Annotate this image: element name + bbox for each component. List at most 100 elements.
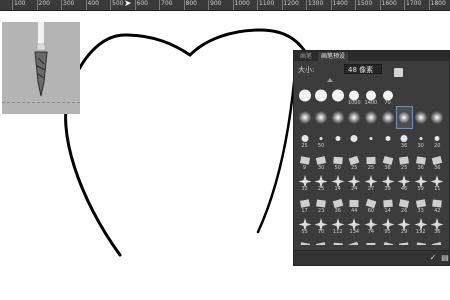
brush-preset-item[interactable]: 1427 — [380, 236, 395, 245]
brush-preset-item[interactable]: 32 — [297, 171, 312, 192]
size-slider-handle[interactable] — [327, 78, 333, 82]
brush-preset-item[interactable]: 70 — [380, 85, 395, 106]
brush-preset-item[interactable]: 32 — [314, 236, 329, 245]
brush-preset-item[interactable] — [363, 128, 378, 149]
brush-tip-icon — [315, 241, 327, 245]
brush-preset-item[interactable]: 192 — [413, 214, 428, 235]
brush-preset-item[interactable] — [380, 128, 395, 149]
brush-preset-item[interactable]: 50 — [330, 150, 345, 171]
brush-preset-item[interactable]: 30 — [314, 150, 329, 171]
brush-preset-item[interactable]: 1400 — [363, 85, 378, 106]
brush-preset-item[interactable]: 60 — [363, 193, 378, 214]
brush-size-label: 36 — [384, 164, 391, 171]
brush-preset-item[interactable]: 36 — [430, 214, 445, 235]
brush-preset-item[interactable]: 59 — [413, 171, 428, 192]
panel-bottom-bar: ✓ ▤ — [294, 250, 449, 265]
brush-preset-item[interactable]: 26 — [397, 193, 412, 214]
brush-preset-item[interactable]: 1804 — [413, 236, 428, 245]
brush-preset-item[interactable]: 74 — [363, 214, 378, 235]
brush-settings-icon[interactable] — [394, 68, 403, 77]
brush-preset-item[interactable]: 25 — [347, 150, 362, 171]
brush-size-label: 36 — [434, 229, 441, 235]
brush-preset-item[interactable]: 95 — [380, 214, 395, 235]
tab-brush-presets[interactable]: 画笔预设 — [318, 52, 349, 61]
brush-preset-item[interactable]: 100 — [347, 236, 362, 245]
brush-preset-item[interactable]: 48 — [297, 236, 312, 245]
brush-preset-item[interactable] — [430, 107, 445, 128]
brush-preset-item[interactable]: 36 — [430, 150, 445, 171]
brush-preset-item[interactable]: 1869 — [363, 236, 378, 245]
brush-preset-item[interactable]: 112 — [330, 214, 345, 235]
brush-preset-item[interactable]: 25 — [363, 150, 378, 171]
tab-brush[interactable]: 画笔 — [297, 52, 315, 61]
brush-row: 32 25 14 24 27 39 46 59 11 — [297, 171, 446, 192]
brush-preset-item[interactable]: 20 — [430, 128, 445, 149]
brush-preset-item[interactable]: 36 — [330, 193, 345, 214]
brush-preset-item[interactable]: 2112 — [397, 236, 412, 245]
brush-preset-item[interactable]: 14 — [380, 193, 395, 214]
brush-tip-icon — [430, 110, 444, 124]
brush-preset-item[interactable]: 134 — [347, 214, 362, 235]
brush-size-label: 26 — [400, 207, 408, 214]
brush-tip-icon — [350, 135, 358, 142]
brush-preset-item[interactable]: 36 — [397, 128, 412, 149]
brush-preset-item[interactable]: 30 — [413, 128, 428, 149]
brush-preset-item[interactable]: 70 — [314, 214, 329, 235]
brush-preset-item[interactable]: 1000 — [347, 85, 362, 106]
brush-preset-item[interactable] — [297, 107, 312, 128]
brush-preset-item[interactable]: 42 — [430, 193, 445, 214]
brush-preset-item[interactable]: 27 — [363, 171, 378, 192]
brush-size-label: 25 — [400, 164, 408, 171]
brush-preset-item[interactable]: 36 — [380, 150, 395, 171]
brush-preset-item[interactable]: 17 — [297, 193, 312, 214]
brush-preset-item[interactable] — [314, 107, 329, 128]
brush-preset-item[interactable]: 14 — [330, 171, 345, 192]
brush-preset-item[interactable]: 39 — [380, 171, 395, 192]
brush-size-label: 30 — [317, 164, 325, 171]
brush-preset-item[interactable]: 50 — [314, 128, 329, 149]
brush-size-label: 25 — [317, 186, 325, 192]
brush-size-label: 23 — [317, 207, 325, 214]
brush-preset-item[interactable] — [347, 128, 362, 149]
brush-preset-item[interactable] — [380, 107, 395, 128]
brush-preset-item[interactable] — [297, 85, 312, 106]
brush-preset-item[interactable]: 9 — [297, 150, 312, 171]
brush-preset-item[interactable]: 33 — [413, 193, 428, 214]
brush-size-label: 36 — [400, 143, 408, 149]
brush-preset-item[interactable] — [413, 107, 428, 128]
brush-preset-item[interactable] — [330, 85, 345, 106]
brush-preset-item[interactable]: 24 — [347, 171, 362, 192]
brush-preset-item[interactable]: 25 — [397, 150, 412, 171]
brush-size-label: 29 — [400, 229, 408, 235]
brush-preset-item[interactable]: 44 — [347, 193, 362, 214]
brush-preset-item[interactable]: 55 — [330, 236, 345, 245]
brush-preset-item[interactable]: 46 — [397, 171, 412, 192]
toggle-brush-icon[interactable]: ✓ — [428, 253, 438, 262]
brush-preset-item[interactable]: 25 — [314, 171, 329, 192]
brush-row: 1000 1400 70 — [297, 85, 446, 106]
brush-tip-icon — [299, 241, 310, 245]
brush-size-label: 134 — [349, 229, 360, 235]
new-preset-icon[interactable]: ▤ — [440, 253, 450, 262]
brush-size-label: 60 — [367, 207, 375, 214]
brush-preset-item[interactable] — [330, 128, 345, 149]
brush-size-label: 95 — [384, 229, 391, 235]
brush-preset-item[interactable]: 55 — [297, 214, 312, 235]
brush-tip-icon — [331, 110, 345, 124]
brush-preset-item[interactable]: 25 — [297, 128, 312, 149]
brush-preset-item[interactable]: 36 — [413, 150, 428, 171]
brush-preset-item[interactable]: 1264 — [430, 236, 445, 245]
brush-preset-item[interactable] — [395, 105, 413, 129]
brush-preset-item[interactable] — [347, 107, 362, 128]
brush-preset-item[interactable]: 11 — [430, 171, 445, 192]
brush-preset-item[interactable] — [314, 85, 329, 106]
size-input[interactable]: 48 像素 — [344, 64, 382, 74]
brush-preset-item[interactable]: 29 — [397, 214, 412, 235]
brush-preset-item[interactable]: 23 — [314, 193, 329, 214]
brush-size-label: 1400 — [364, 100, 378, 106]
brush-preset-item[interactable] — [363, 107, 378, 128]
brush-size-label: 70 — [317, 229, 325, 235]
brush-preset-item[interactable] — [330, 107, 345, 128]
brush-tip-icon — [314, 110, 328, 124]
brush-size-label: 192 — [415, 229, 426, 235]
